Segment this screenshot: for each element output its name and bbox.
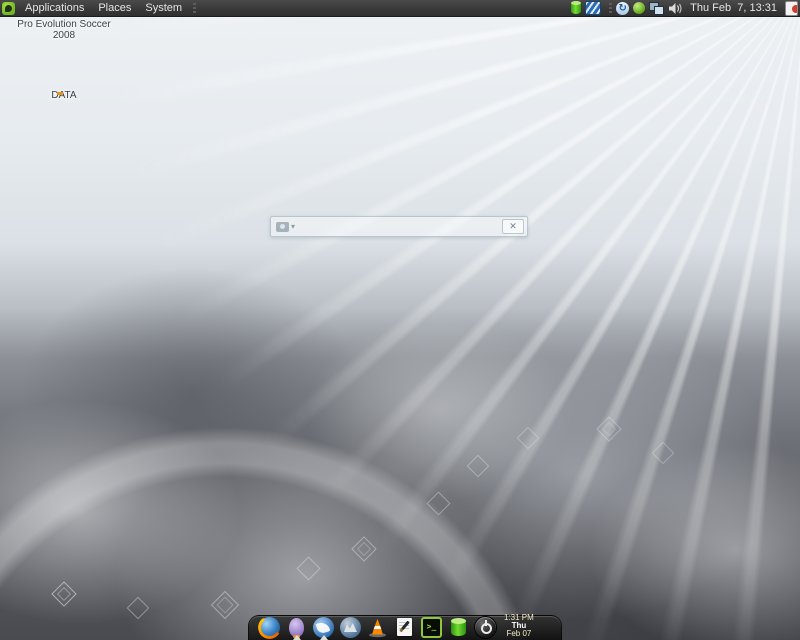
display-switcher-icon[interactable] xyxy=(649,2,664,15)
wallpaper-diamond xyxy=(596,416,621,441)
search-category-icon[interactable] xyxy=(276,222,289,232)
thunderbird-icon[interactable] xyxy=(313,617,334,638)
distro-menu-icon[interactable] xyxy=(2,2,15,15)
wallpaper-diamond xyxy=(351,536,376,561)
wallpaper-diamond xyxy=(426,491,450,515)
wallpaper-diamond xyxy=(467,455,490,478)
green-drive-icon[interactable] xyxy=(448,617,469,638)
search-input[interactable] xyxy=(299,218,498,235)
menu-applications[interactable]: Applications xyxy=(18,0,91,16)
menu-places[interactable]: Places xyxy=(91,0,138,16)
panel-handle[interactable] xyxy=(609,3,612,14)
power-button-icon[interactable] xyxy=(475,617,496,638)
desktop-icon-label: Pro Evolution Soccer 2008 xyxy=(17,19,110,41)
panel-clock[interactable]: Thu Feb 7, 13:31 xyxy=(686,2,781,14)
wallpaper-diamond xyxy=(517,427,540,450)
wallpaper-light-rays xyxy=(0,0,800,640)
wallpaper-diamond xyxy=(296,556,320,580)
panel-tray: ↻ Thu Feb 7, 13:31 xyxy=(571,1,800,16)
pidgin-icon[interactable] xyxy=(286,617,307,638)
software-update-icon[interactable]: ↻ xyxy=(616,2,629,15)
wallpaper-diamond xyxy=(652,442,675,465)
vlc-icon[interactable] xyxy=(367,617,388,638)
wallpaper-diamond xyxy=(127,597,150,620)
panel-handle[interactable] xyxy=(193,3,196,14)
wallpaper-diamond xyxy=(211,591,239,619)
desktop-search-widget: ▾ ✕ xyxy=(270,216,528,237)
desktop-icon-label: DATA xyxy=(51,90,76,101)
logout-icon[interactable] xyxy=(785,1,798,16)
text-editor-icon[interactable] xyxy=(394,617,415,638)
top-panel: Applications Places System ↻ Thu Feb 7, … xyxy=(0,0,800,17)
status-green-icon[interactable] xyxy=(633,2,645,14)
network-monitor-icon[interactable] xyxy=(585,1,601,15)
drive-applet-icon[interactable] xyxy=(571,2,581,14)
firefox-icon[interactable] xyxy=(259,617,280,638)
desktop-root: Applications Places System ↻ Thu Feb 7, … xyxy=(0,0,800,640)
chevron-down-icon[interactable]: ▾ xyxy=(291,222,295,231)
dock-clock-date: Feb 07 xyxy=(506,629,531,638)
dock-clock[interactable]: 1:31 PM Thu Feb 07 xyxy=(504,614,534,638)
running-indicator xyxy=(293,635,301,640)
desktop-icon-data[interactable]: DATA xyxy=(10,90,118,101)
volume-icon[interactable] xyxy=(668,2,682,15)
amarok-icon[interactable] xyxy=(340,617,361,638)
desktop-icon-pes2008[interactable]: Pro Evolution Soccer 2008 xyxy=(10,19,118,41)
bottom-dock: >_ 1:31 PM Thu Feb 07 xyxy=(248,615,562,640)
search-close-button[interactable]: ✕ xyxy=(502,219,524,234)
running-indicator xyxy=(320,635,328,640)
menu-system[interactable]: System xyxy=(138,0,189,16)
wallpaper-diamond xyxy=(51,581,76,606)
terminal-icon[interactable]: >_ xyxy=(421,617,442,638)
